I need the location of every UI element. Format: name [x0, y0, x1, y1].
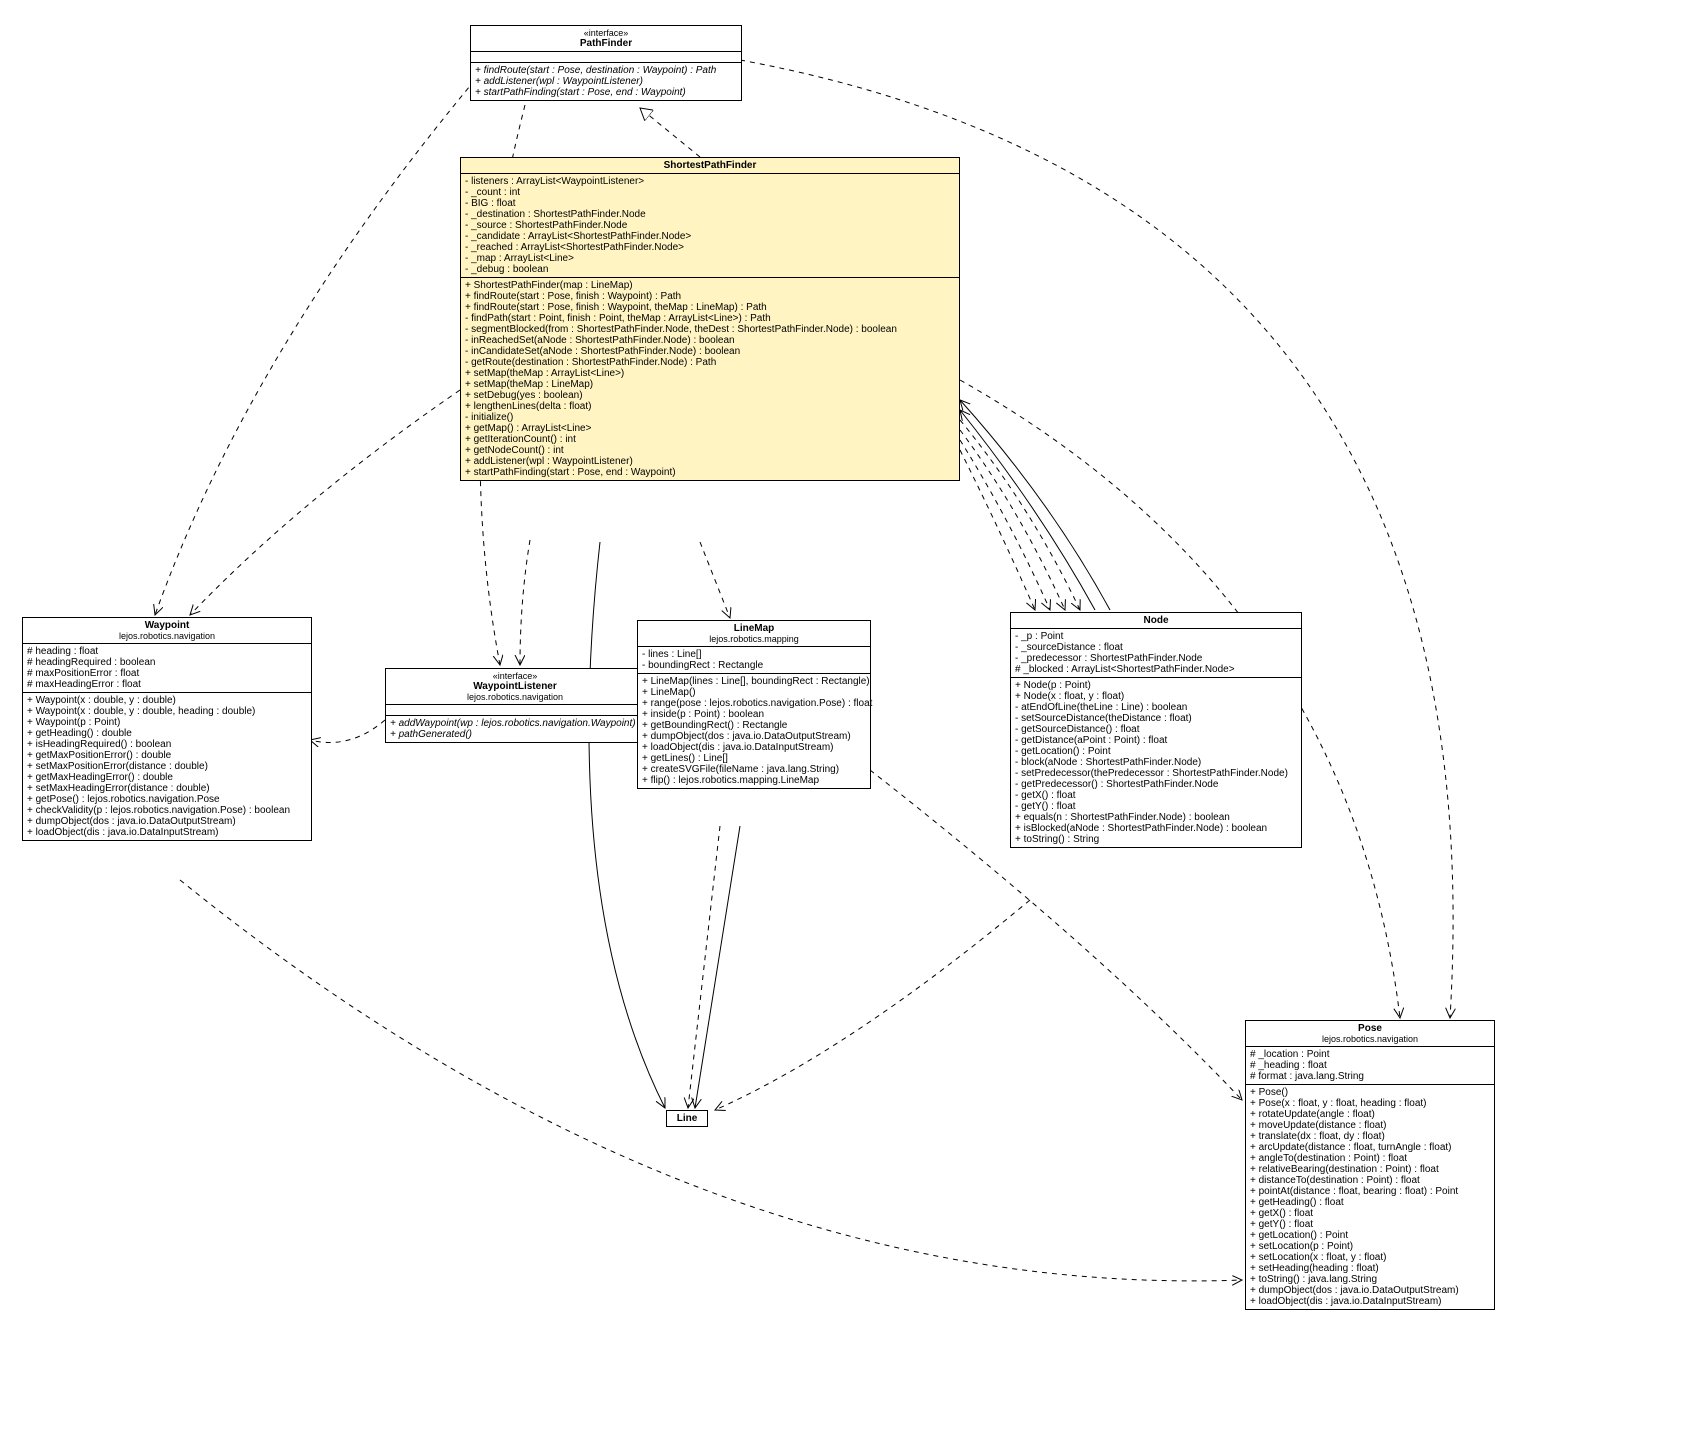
methods: + LineMap(lines : Line[], boundingRect :… [638, 674, 870, 788]
class-name: PathFinder [475, 38, 737, 49]
class-name: LineMap [642, 623, 866, 634]
methods: + Node(p : Point) + Node(x : float, y : … [1011, 678, 1301, 847]
attributes: # _location : Point # _heading : float #… [1246, 1047, 1494, 1085]
class-node: Node - _p : Point - _sourceDistance : fl… [1010, 612, 1302, 848]
package: lejos.robotics.navigation [27, 631, 307, 641]
class-name: Pose [1250, 1023, 1490, 1034]
attributes: - lines : Line[] - boundingRect : Rectan… [638, 647, 870, 674]
class-name: Node [1015, 615, 1297, 626]
stereotype: «interface» [475, 28, 737, 38]
class-name: WaypointListener [390, 681, 640, 692]
attributes: - _p : Point - _sourceDistance : float -… [1011, 629, 1301, 678]
class-name: Waypoint [27, 620, 307, 631]
package: lejos.robotics.navigation [390, 692, 640, 702]
class-line: Line [666, 1110, 708, 1127]
class-name: ShortestPathFinder [465, 160, 955, 171]
class-pose: Pose lejos.robotics.navigation # _locati… [1245, 1020, 1495, 1310]
class-pathfinder: «interface» PathFinder + findRoute(start… [470, 25, 742, 101]
methods: + ShortestPathFinder(map : LineMap) + fi… [461, 278, 959, 480]
package: lejos.robotics.mapping [642, 634, 866, 644]
stereotype: «interface» [390, 671, 640, 681]
attributes: - listeners : ArrayList<WaypointListener… [461, 174, 959, 278]
methods: + Pose() + Pose(x : float, y : float, he… [1246, 1085, 1494, 1309]
members: + findRoute(start : Pose, destination : … [471, 63, 741, 100]
class-linemap: LineMap lejos.robotics.mapping - lines :… [637, 620, 871, 789]
class-shortestpathfinder: ShortestPathFinder - listeners : ArrayLi… [460, 157, 960, 481]
class-waypoint: Waypoint lejos.robotics.navigation # hea… [22, 617, 312, 841]
class-name: Line [671, 1113, 703, 1124]
members: + addWaypoint(wp : lejos.robotics.naviga… [386, 716, 644, 742]
methods: + Waypoint(x : double, y : double) + Way… [23, 693, 311, 840]
class-waypointlistener: «interface» WaypointListener lejos.robot… [385, 668, 645, 743]
attributes: # heading : float # headingRequired : bo… [23, 644, 311, 693]
package: lejos.robotics.navigation [1250, 1034, 1490, 1044]
